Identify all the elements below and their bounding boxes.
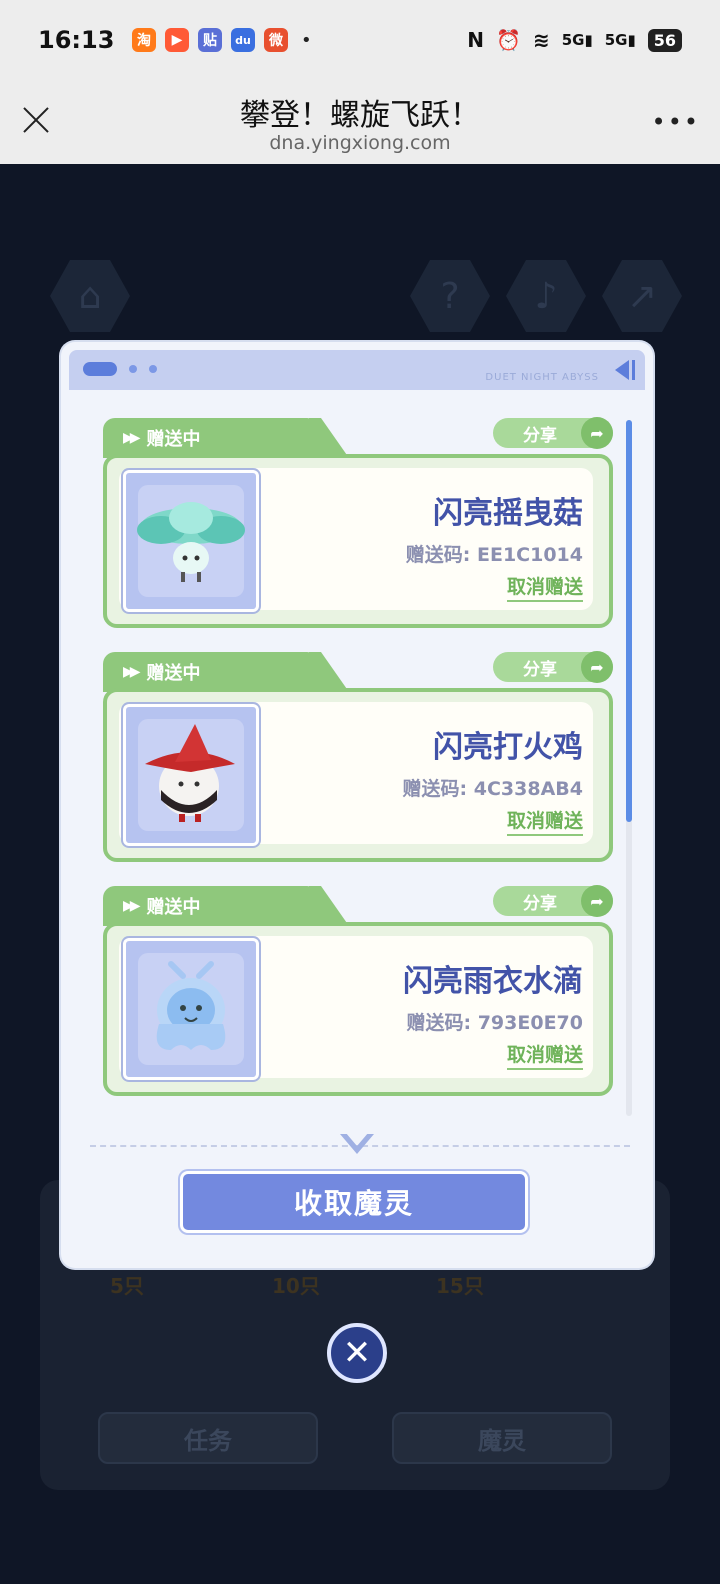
gift-card-body: 闪亮打火鸡 赠送码: 4C338AB4 取消赠送 [103, 688, 613, 862]
back-bar-decor [632, 360, 635, 380]
fast-forward-icon: ▶▶ [123, 430, 140, 446]
share-label: 分享 [523, 425, 557, 446]
gift-code: 赠送码: EE1C1014 [405, 544, 583, 566]
baidu-icon: du [231, 28, 255, 52]
battery-icon: 56 [647, 28, 682, 52]
gift-code: 赠送码: 793E0E70 [406, 1012, 584, 1034]
close-icon: ✕ [342, 1333, 372, 1373]
gift-card: ▶▶ 赠送中 分享 ➦ 闪亮摇曳菇 赠送码: EE1C1014 取消赠送 [103, 417, 613, 630]
share-button[interactable]: 分享 ➦ [493, 651, 613, 683]
wifi-icon: ≋ [532, 28, 550, 52]
share-button[interactable]: 分享 ➦ [493, 885, 613, 917]
fast-forward-icon: ▶▶ [123, 664, 140, 680]
brand-text: DUET NIGHT ABYSS [485, 372, 599, 383]
gift-status-tab: ▶▶ 赠送中 [103, 418, 313, 458]
spirit-name: 闪亮摇曳菇 [433, 496, 583, 531]
gift-card: ▶▶ 赠送中 分享 ➦ 闪亮打火鸡 赠送码: 4C338AB4 取消赠送 [103, 651, 613, 864]
tab-tasks: 任务 [98, 1412, 318, 1464]
tier-label: 15只 [436, 1274, 484, 1298]
signal-5g-icon-2: 5G▮ [604, 31, 636, 49]
alarm-icon: ⏰ [496, 28, 521, 52]
cancel-gift-link[interactable]: 取消赠送 [506, 1040, 583, 1070]
raincoat-droplet-icon [156, 961, 226, 1050]
gift-status-tab: ▶▶ 赠送中 [103, 652, 313, 692]
raincoat-droplet-image [123, 938, 259, 1080]
more-notifications-dot: • [301, 29, 312, 51]
gift-card-body: 闪亮摇曳菇 赠送码: EE1C1014 取消赠送 [103, 454, 613, 628]
tab-spirits: 魔灵 [392, 1412, 612, 1464]
signal-5g-icon: 5G▮ [561, 31, 593, 49]
nfc-icon: N [467, 28, 485, 52]
cancel-gift-link[interactable]: 取消赠送 [506, 806, 583, 836]
tieba-icon: 贴 [198, 28, 222, 52]
header-pill-decor [83, 362, 117, 376]
share-label: 分享 [523, 893, 557, 914]
share-button[interactable]: 分享 ➦ [493, 417, 613, 449]
spirit-name: 闪亮雨衣水滴 [403, 964, 583, 999]
system-icons: N ⏰ ≋ 5G▮ 5G▮ 56 [467, 28, 682, 52]
scrollbar-thumb[interactable] [626, 420, 632, 822]
gift-card-body: 闪亮雨衣水滴 赠送码: 793E0E70 取消赠送 [103, 922, 613, 1096]
page-domain: dna.yingxiong.com [269, 132, 451, 154]
video-icon: ▶ [165, 28, 189, 52]
mushroom-spirit-image [123, 470, 259, 612]
browser-header: 攀登！螺旋飞跃！ dna.yingxiong.com ••• [0, 80, 720, 164]
back-arrow-icon [615, 360, 629, 380]
gift-status-tab: ▶▶ 赠送中 [103, 886, 313, 926]
gift-status-label: 赠送中 [146, 897, 201, 918]
firebird-spirit-icon [145, 724, 235, 822]
gift-code: 赠送码: 4C338AB4 [402, 778, 583, 800]
page-title: 攀登！螺旋飞跃！ [240, 98, 480, 133]
modal-header-bar: DUET NIGHT ABYSS [69, 350, 645, 390]
share-arrow-icon: ➦ [581, 885, 613, 917]
weibo-icon: 微 [264, 28, 288, 52]
cancel-gift-link[interactable]: 取消赠送 [506, 572, 583, 602]
status-bar: 16:13 淘 ▶ 贴 du 微 • N ⏰ ≋ 5G▮ 5G▮ 56 [0, 0, 720, 80]
share-arrow-icon: ➦ [581, 417, 613, 449]
share-arrow-icon: ➦ [581, 651, 613, 683]
spirit-name: 闪亮打火鸡 [433, 730, 583, 765]
gift-status-label: 赠送中 [146, 663, 201, 684]
tier-label: 10只 [272, 1274, 320, 1298]
notification-apps: 淘 ▶ 贴 du 微 • [132, 28, 312, 52]
status-time: 16:13 [38, 26, 115, 54]
tier-label: 5只 [110, 1274, 144, 1298]
mushroom-spirit-icon [137, 502, 245, 582]
gift-status-label: 赠送中 [146, 429, 201, 450]
firebird-spirit-image [123, 704, 259, 846]
taobao-icon: 淘 [132, 28, 156, 52]
more-menu-icon[interactable]: ••• [652, 108, 700, 136]
share-label: 分享 [523, 659, 557, 680]
modal-close-button[interactable]: ✕ [327, 1323, 387, 1383]
header-dot-decor [149, 365, 157, 373]
header-dot-decor [129, 365, 137, 373]
fast-forward-icon: ▶▶ [123, 898, 140, 914]
collect-spirit-button[interactable]: 收取魔灵 [180, 1171, 528, 1233]
gift-card: ▶▶ 赠送中 分享 ➦ 闪亮雨衣水滴 赠送码: 793E0E70 取消赠送 [103, 885, 613, 1098]
